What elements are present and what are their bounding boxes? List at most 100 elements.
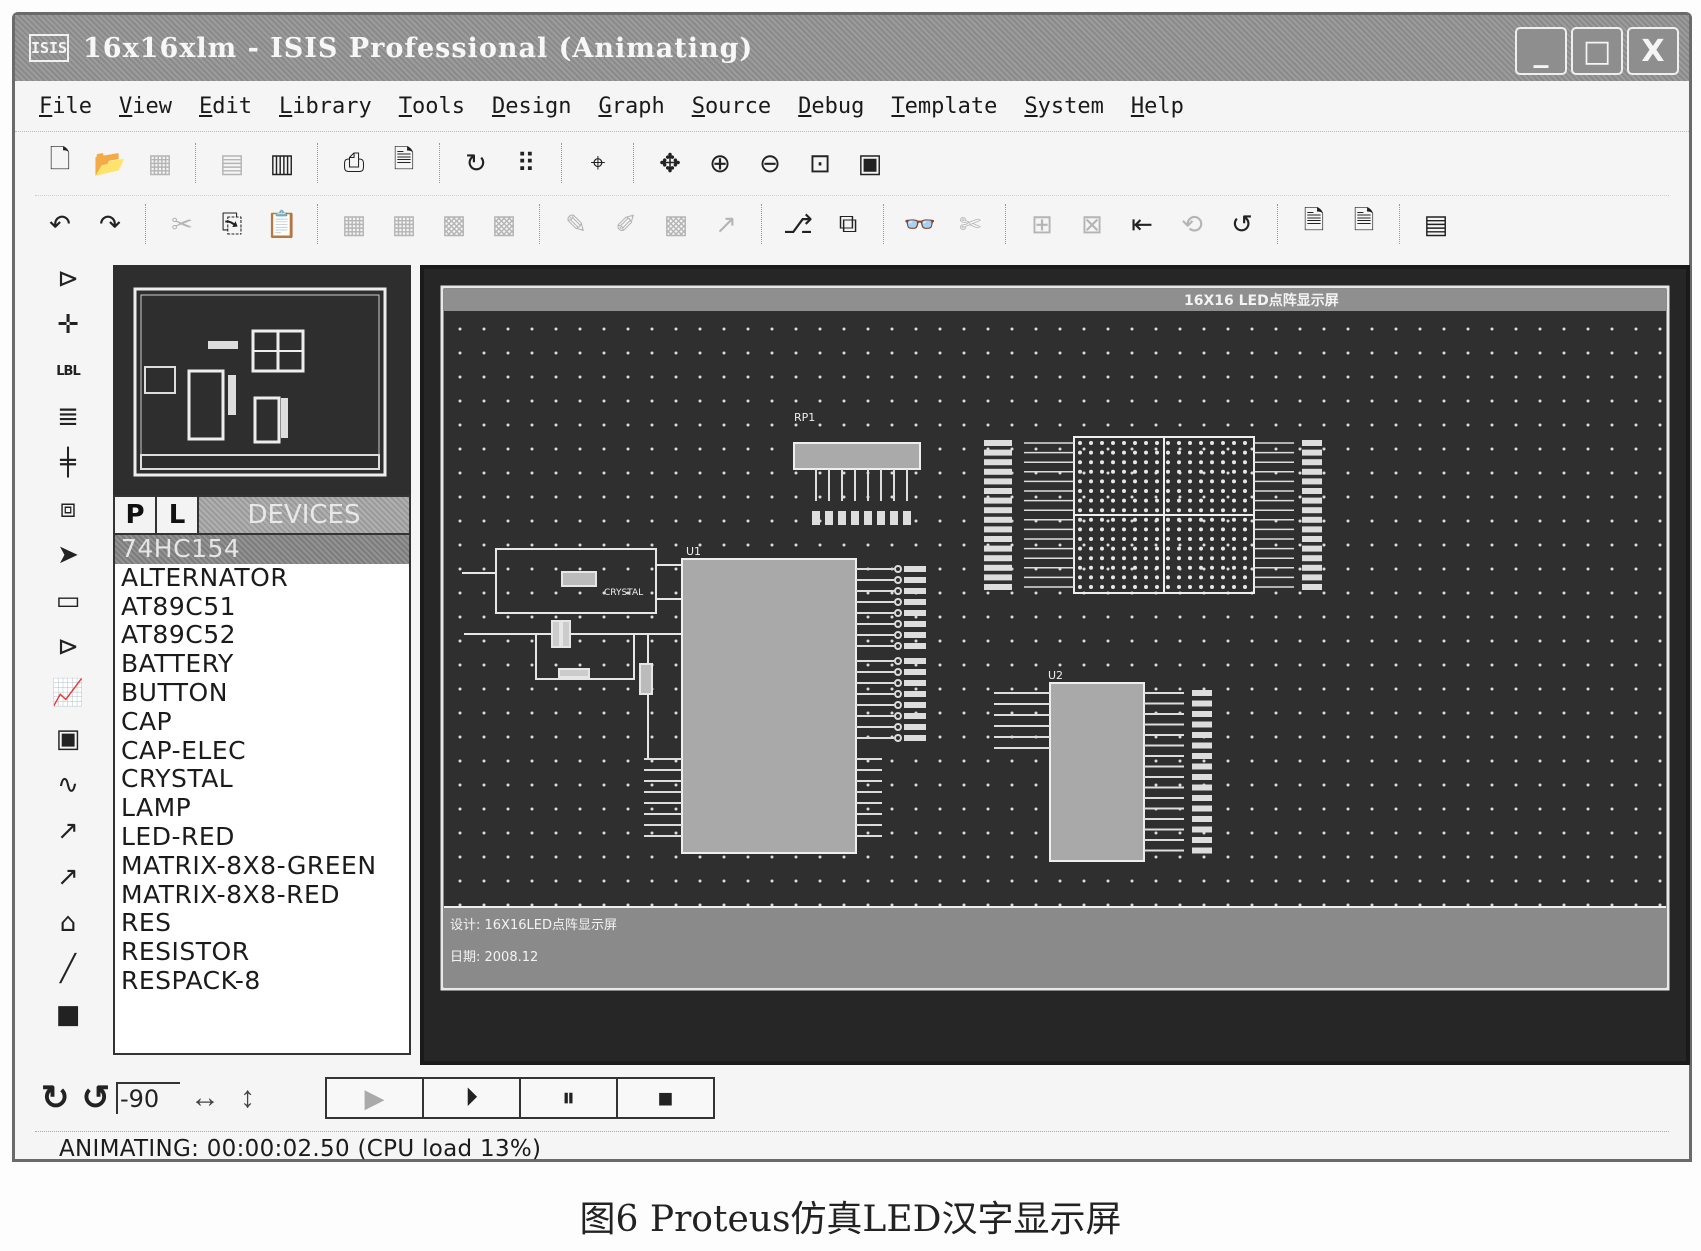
decompose-icon[interactable]: ↗ [709,207,743,241]
2d-line-icon[interactable]: ╱ [48,950,88,988]
pause-button[interactable]: ⏸ [521,1079,618,1117]
exit-to-parent-icon[interactable]: ⇤ [1125,207,1159,241]
step-button[interactable]: ⏵ [424,1079,521,1117]
component-mode-icon[interactable]: ⊳ [48,260,88,298]
copy-icon[interactable]: ⎘ [215,207,249,241]
bus-icon[interactable]: ╪ [48,444,88,482]
device-list-item[interactable]: CAP-ELEC [115,736,409,766]
cut-icon[interactable]: ✂ [165,207,199,241]
paste-icon[interactable]: 📋 [265,207,299,241]
menu-library[interactable]: Library [279,94,372,119]
menu-view[interactable]: View [119,94,172,119]
undo-icon[interactable]: ↶ [43,207,77,241]
menu-edit[interactable]: Edit [199,94,252,119]
search-component-icon[interactable]: ✄ [953,207,987,241]
wire-autorouter-icon[interactable]: ⎇ [781,207,815,241]
device-list-item[interactable]: RESPACK-8 [115,966,409,996]
redraw-icon[interactable]: ↻ [459,146,493,180]
selection-mode-icon[interactable]: ➤ [48,536,88,574]
play-button[interactable]: ▶ [327,1079,424,1117]
block-rotate-icon[interactable]: ▩ [437,207,471,241]
graph-mode-icon[interactable]: 📈 [48,674,88,712]
minimize-button[interactable]: _ [1515,27,1567,75]
property-assignment-icon[interactable]: ⧉ [831,207,865,241]
device-list-item[interactable]: AT89C51 [115,592,409,622]
open-file-icon[interactable]: 📂 [93,146,127,180]
zoom-in-icon[interactable]: ⊕ [703,146,737,180]
pick-device-icon[interactable]: ✎ [559,207,593,241]
rotate-clockwise-icon[interactable]: ↻ [41,1078,70,1118]
menu-system[interactable]: System [1024,94,1103,119]
library-manager-button[interactable]: L [157,497,199,533]
import-section-icon[interactable]: ▤ [215,146,249,180]
device-list-item[interactable]: CAP [115,707,409,737]
make-device-icon[interactable]: ✐ [609,207,643,241]
packaging-tool-icon[interactable]: ▩ [659,207,693,241]
close-button[interactable]: X [1627,27,1679,75]
device-list-item[interactable]: BATTERY [115,649,409,679]
back-annotate-icon[interactable]: ↺ [1225,207,1259,241]
block-copy-icon[interactable]: ▦ [337,207,371,241]
device-list-item[interactable]: BUTTON [115,678,409,708]
bill-of-materials-icon[interactable]: 🗎 [1297,205,1331,241]
device-list-item[interactable]: ALTERNATOR [115,563,409,593]
schematic-canvas[interactable]: 16X16 LED点阵显示屏 设计: 16X16LED点阵显示屏 日期: 200… [420,265,1690,1065]
subcircuit-icon[interactable]: ⧈ [48,490,88,528]
pan-icon[interactable]: ✥ [653,146,687,180]
wire-label-icon[interactable]: LBL [48,352,88,390]
block-delete-icon[interactable]: ▩ [487,207,521,241]
menu-source[interactable]: Source [692,94,771,119]
tape-recorder-icon[interactable]: ▣ [48,720,88,758]
menu-help[interactable]: Help [1131,94,1184,119]
device-list-item[interactable]: LED-RED [115,822,409,852]
zoom-out-icon[interactable]: ⊖ [753,146,787,180]
save-file-icon[interactable]: ▦ [143,146,177,180]
menu-tools[interactable]: Tools [399,94,465,119]
redo-icon[interactable]: ↷ [93,207,127,241]
mirror-horizontal-icon[interactable]: ↔ [190,1081,220,1115]
generator-mode-icon[interactable]: ∿ [48,766,88,804]
device-list-item[interactable]: MATRIX-8X8-RED [115,880,409,910]
2d-box-icon[interactable]: ■ [48,996,88,1034]
export-section-icon[interactable]: ▥ [265,146,299,180]
search-tag-icon[interactable]: 👓 [903,207,937,241]
electrical-rule-check-icon[interactable]: 🗎 [1347,205,1381,241]
junction-dot-icon[interactable]: ✛ [48,306,88,344]
current-probe-icon[interactable]: ↗ [48,858,88,896]
zoom-area-icon[interactable]: ▣ [853,146,887,180]
terminals-mode-icon[interactable]: ▭ [48,582,88,620]
menu-template[interactable]: Template [891,94,997,119]
menu-debug[interactable]: Debug [798,94,864,119]
device-list-item[interactable]: CRYSTAL [115,765,409,794]
title-bar[interactable]: ISIS 16x16xlm - ISIS Professional (Anima… [15,15,1689,81]
device-list-item[interactable]: LAMP [115,793,409,823]
netlist-to-ares-icon[interactable]: ▤ [1419,207,1453,241]
block-move-icon[interactable]: ▦ [387,207,421,241]
rotation-angle-field[interactable]: -90 [116,1082,180,1114]
pick-devices-button[interactable]: P [115,497,157,533]
device-list-item[interactable]: AT89C52 [115,621,409,650]
remove-sheet-icon[interactable]: ⊠ [1075,207,1109,241]
grid-icon[interactable]: ⠿ [509,146,543,180]
menu-graph[interactable]: Graph [598,94,664,119]
new-sheet-icon[interactable]: ⊞ [1025,207,1059,241]
device-list-item[interactable]: RES [115,909,409,938]
menu-file[interactable]: File [39,94,92,119]
set-area-icon[interactable]: 🗎 [387,144,421,180]
menu-design[interactable]: Design [492,94,571,119]
overview-window[interactable] [113,265,411,517]
device-list-item[interactable]: MATRIX-8X8-GREEN [115,851,409,881]
text-script-icon[interactable]: ≣ [48,398,88,436]
maximize-button[interactable]: □ [1571,27,1623,75]
new-file-icon[interactable]: 🗋 [43,144,77,180]
voltage-probe-icon[interactable]: ↗ [48,812,88,850]
rotate-anticlockwise-icon[interactable]: ↺ [82,1078,111,1118]
stop-button[interactable]: ■ [618,1079,713,1117]
mirror-vertical-icon[interactable]: ↕ [240,1081,255,1115]
origin-icon[interactable]: ⌖ [581,146,615,180]
print-icon[interactable]: ⎙ [337,146,371,180]
virtual-instruments-icon[interactable]: ⌂ [48,904,88,942]
device-list-item[interactable]: RESISTOR [115,937,409,967]
device-pins-icon[interactable]: ⊳ [48,628,88,666]
zoom-all-icon[interactable]: ⊡ [803,146,837,180]
